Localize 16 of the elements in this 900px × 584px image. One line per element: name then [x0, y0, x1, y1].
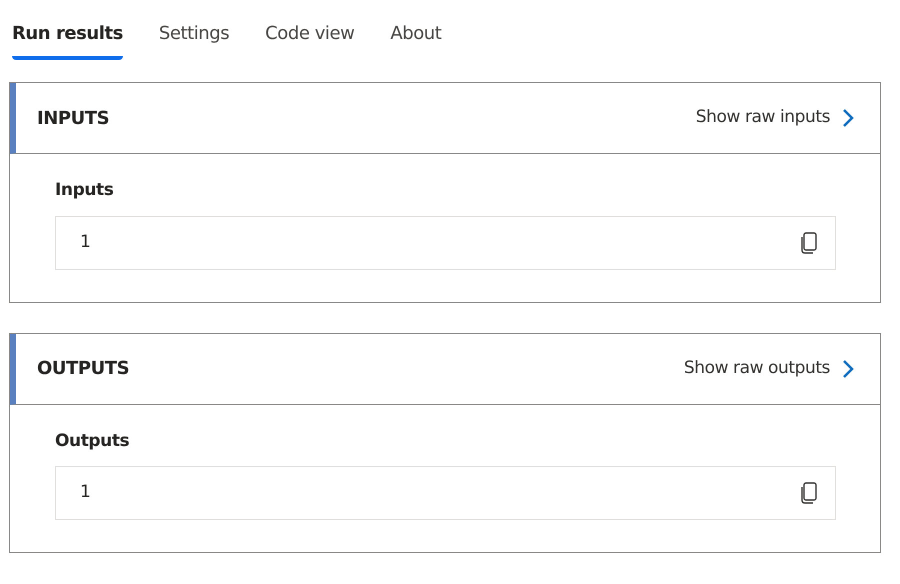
field-label: Outputs	[55, 430, 130, 452]
tab[interactable]: Settings	[158, 14, 230, 60]
tab[interactable]: Run results	[12, 14, 123, 60]
section-title: INPUTS	[37, 106, 110, 130]
copy-icon[interactable]	[799, 230, 819, 254]
copy-icon[interactable]	[799, 481, 819, 505]
tab[interactable]: Code view	[265, 14, 354, 60]
tab[interactable]: About	[390, 14, 442, 60]
field-label: Inputs	[55, 179, 114, 202]
value-field: 1	[55, 216, 836, 270]
value-field: 1	[55, 466, 836, 520]
chevron-right-icon	[842, 358, 854, 378]
chevron-right-icon	[842, 108, 854, 128]
show-raw-link[interactable]: Show raw inputs	[696, 105, 854, 131]
show-raw-link[interactable]: Show raw outputs	[684, 356, 854, 382]
section-title: OUTPUTS	[37, 357, 130, 381]
